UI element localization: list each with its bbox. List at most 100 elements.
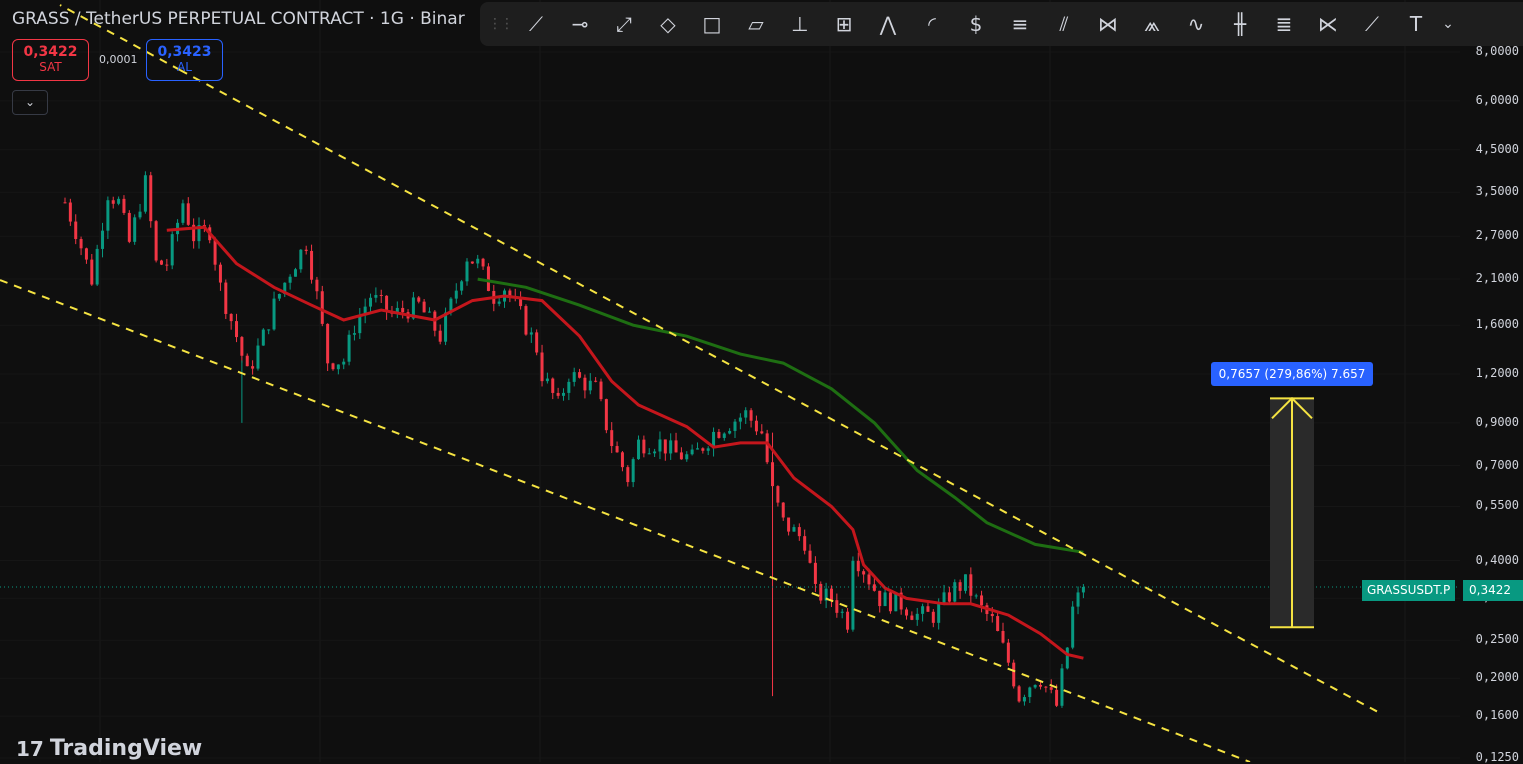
text-icon[interactable]: T — [1394, 6, 1438, 42]
candle-body — [867, 574, 871, 585]
candle-body — [299, 249, 303, 270]
symbol-price-tag: GRASSUSDT.P — [1362, 580, 1456, 601]
path-icon[interactable]: ⟋ — [1350, 6, 1394, 42]
buy-button[interactable]: 0,3423 AL — [146, 39, 223, 81]
candle-body — [240, 337, 244, 356]
candle-body — [1076, 592, 1080, 607]
candle-body — [631, 459, 635, 483]
candle-body — [878, 590, 882, 607]
cypher-pattern-icon[interactable]: ⋉ — [1306, 6, 1350, 42]
candle-body — [422, 301, 426, 313]
candle-body — [969, 574, 973, 596]
price-range-icon[interactable]: ⊥ — [778, 6, 822, 42]
arc-icon[interactable]: ◜ — [910, 6, 954, 42]
candle-body — [776, 486, 780, 503]
candle-body — [331, 363, 335, 370]
candle-body — [90, 259, 94, 285]
candle-body — [245, 355, 249, 367]
candle-body — [529, 332, 533, 335]
candle-body — [1022, 697, 1026, 702]
tv-logo-icon: 17 — [16, 736, 44, 761]
candle-body — [835, 600, 839, 613]
dropdown-icon[interactable]: ⌄ — [1438, 6, 1458, 42]
candle-body — [267, 329, 271, 331]
candle-body — [127, 212, 131, 242]
candle-body — [583, 377, 587, 391]
candle-body — [733, 421, 737, 431]
candle-body — [706, 448, 710, 451]
candle-body — [74, 221, 78, 240]
rectangle-rotated-icon[interactable]: ◇ — [646, 6, 690, 42]
elliott-wave-icon[interactable]: ∿ — [1174, 6, 1218, 42]
tradingview-logo[interactable]: 17 TradingView — [16, 736, 202, 761]
candle-body — [669, 440, 673, 454]
date-price-range-icon[interactable]: ⊞ — [822, 6, 866, 42]
candle-body — [106, 200, 110, 231]
candle-body — [690, 449, 694, 455]
sell-button[interactable]: 0,3422 SAT — [12, 39, 89, 81]
candle-body — [610, 430, 614, 447]
fib-timezone-icon[interactable]: ≣ — [1262, 6, 1306, 42]
candle-body — [679, 452, 683, 460]
candle-body — [765, 433, 769, 463]
candle-body — [663, 439, 667, 454]
candle-body — [947, 592, 951, 602]
candle-body — [497, 301, 501, 304]
candle-body — [154, 221, 158, 261]
long-position-icon[interactable]: $ — [954, 6, 998, 42]
fib-retracement-icon[interactable]: ≡ — [998, 6, 1042, 42]
y-tick-label: 6,0000 — [1475, 92, 1519, 107]
candle-body — [1044, 686, 1048, 688]
info-line-icon[interactable]: ⤢ — [602, 6, 646, 42]
candle-body — [159, 260, 163, 265]
candle-body — [133, 217, 137, 242]
candle-body — [149, 175, 153, 222]
candle-body — [460, 281, 464, 291]
candle-body — [781, 502, 785, 518]
candle-body — [974, 595, 978, 597]
candle-body — [1049, 687, 1053, 690]
head-shoulders-icon[interactable]: ⩕ — [1130, 6, 1174, 42]
rectangle-icon[interactable]: □ — [690, 6, 734, 42]
candle-body — [181, 203, 185, 223]
candle-body — [1012, 662, 1016, 687]
candle-body — [352, 333, 356, 335]
candle-body — [385, 295, 389, 312]
candle-body — [980, 595, 984, 606]
candle-body — [787, 517, 791, 532]
candle-body — [427, 311, 431, 313]
candle-body — [963, 574, 967, 591]
candle-body — [840, 611, 844, 613]
candle-body — [369, 297, 373, 307]
bars-pattern-icon[interactable]: ╫ — [1218, 6, 1262, 42]
drag-handle-icon[interactable]: ⋮⋮ — [488, 16, 514, 32]
candle-body — [561, 392, 565, 396]
candle-body — [551, 378, 555, 393]
horizontal-ray-icon[interactable]: ⊸ — [558, 6, 602, 42]
y-tick-label: 3,5000 — [1475, 184, 1519, 199]
xabcd-pattern-icon[interactable]: ⋈ — [1086, 6, 1130, 42]
y-tick-label: 2,1000 — [1475, 271, 1519, 286]
candle-body — [1071, 606, 1075, 648]
pitchfork-icon[interactable]: ⋀ — [866, 6, 910, 42]
candle-body — [326, 323, 330, 364]
sell-label: SAT — [39, 60, 62, 74]
candle-body — [717, 431, 721, 438]
parallel-channel-icon[interactable]: ▱ — [734, 6, 778, 42]
candle-body — [797, 527, 801, 537]
spread-value: 0,0001 — [99, 53, 138, 66]
candle-body — [170, 234, 174, 266]
fib-channel-icon[interactable]: ⫽ — [1042, 6, 1086, 42]
trend-line-icon[interactable]: ⟋ — [514, 6, 558, 42]
candle-body — [1039, 684, 1043, 687]
candle-body — [931, 611, 935, 623]
candle-body — [342, 361, 346, 365]
candle-body — [122, 198, 126, 213]
candle-body — [620, 452, 624, 468]
chevron-down-icon[interactable]: ⌄ — [12, 90, 48, 115]
candle-body — [588, 380, 592, 391]
sell-price: 0,3422 — [23, 44, 78, 60]
candle-body — [1033, 684, 1037, 688]
candle-body — [540, 352, 544, 382]
last-price-tag: 0,3422 — [1463, 580, 1523, 601]
